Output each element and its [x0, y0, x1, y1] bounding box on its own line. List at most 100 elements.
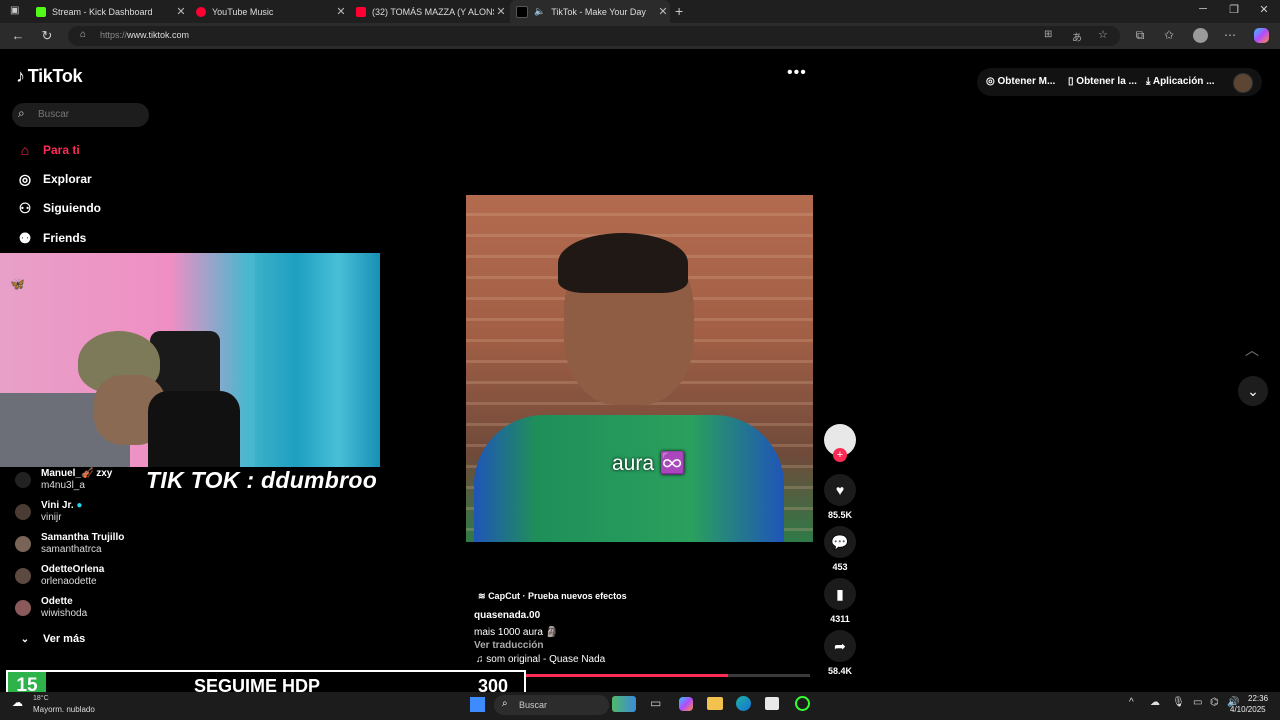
task-view-icon[interactable]: ▭	[650, 696, 661, 710]
more-menu-icon[interactable]: ⋯	[1222, 28, 1238, 42]
close-tab-icon[interactable]: ✕	[174, 5, 188, 18]
chevron-down-icon[interactable]: ⌄	[1238, 376, 1268, 406]
home-icon: ⌂	[20, 142, 30, 158]
network-icon[interactable]: ⌬	[1210, 697, 1219, 708]
following-item[interactable]: Manuel_🎻 zxy m4nu3l_a	[15, 468, 112, 492]
save-button[interactable]: ▮ 4311	[824, 578, 856, 624]
minimize-icon[interactable]: ─	[1196, 3, 1210, 15]
stream-tiktok-tag: TIK TOK : ddumbroo	[146, 467, 378, 493]
microphone-icon[interactable]: 🎙	[1172, 697, 1185, 708]
effect-label[interactable]: ≋ CapCut · Prueba nuevos efectos	[478, 591, 627, 602]
get-coins-button[interactable]: ◎ Obtener M...	[986, 76, 1055, 87]
effect-label-text: CapCut · Prueba nuevos efectos	[488, 591, 627, 601]
follow-plus-icon[interactable]: +	[833, 448, 847, 462]
capcut-icon: ≋	[478, 591, 486, 601]
comment-button[interactable]: 💬 453	[824, 526, 856, 572]
tiktok-logo[interactable]: ♪ TikTok	[16, 66, 83, 87]
address-bar-row: ← ↻ ⌂ https://www.tiktok.com ⊞ あ ☆ ⧉ ✩ ⋯	[0, 23, 1280, 49]
desktop-app-label: Aplicación ...	[1152, 76, 1215, 87]
copilot-icon[interactable]	[679, 697, 693, 711]
share-button[interactable]: ➦ 58.4K	[824, 630, 856, 676]
edge-icon[interactable]	[736, 696, 751, 711]
following-icon: ⚇	[18, 199, 32, 216]
tab-kick[interactable]: Stream - Kick Dashboard ✕	[30, 0, 188, 23]
following-item[interactable]: Odette wiwishoda	[15, 596, 87, 620]
taskbar-search[interactable]: ⌕ Buscar	[494, 695, 609, 715]
chevron-down-icon: ⌄	[20, 633, 30, 645]
following-handle: vinijr	[41, 512, 62, 523]
like-button[interactable]: ♥ 85.5K	[824, 474, 856, 520]
copilot-icon[interactable]	[1254, 28, 1269, 43]
chevron-up-icon[interactable]: ︿	[1245, 340, 1259, 360]
close-tab-icon[interactable]: ✕	[656, 5, 670, 18]
new-tab-icon[interactable]: +	[675, 3, 683, 19]
tab-actions-icon[interactable]: ▣	[10, 5, 19, 16]
restore-icon[interactable]: ❐	[1227, 3, 1241, 16]
display-icon[interactable]: ▭	[1193, 697, 1202, 708]
avatar	[15, 600, 31, 616]
verified-badge-icon: ●	[76, 500, 83, 511]
nav-para-ti[interactable]: ⌂ Para ti	[16, 140, 80, 160]
following-handle: m4nu3l_a	[41, 480, 85, 491]
get-coins-label: Obtener M...	[997, 76, 1056, 87]
search-input[interactable]: ⌕ Buscar	[12, 103, 149, 127]
tab-youtube-music[interactable]: YouTube Music ✕	[190, 0, 348, 23]
extensions-icon[interactable]: ⧉	[1132, 28, 1148, 43]
webcam-curtain	[255, 253, 380, 467]
clock-time[interactable]: 22:36	[1248, 694, 1268, 703]
nav-label: Friends	[43, 231, 87, 245]
tray-chevron-up-icon[interactable]: ^	[1129, 697, 1134, 708]
tab-title: (32) TOMÁS MAZZA (Y ALONSO)	[372, 6, 494, 17]
search-icon: ⌕	[502, 698, 508, 709]
nav-friends[interactable]: ⚉ Friends	[16, 228, 87, 248]
sound-link[interactable]: ♫ som original - Quase Nada	[476, 654, 605, 665]
url-field[interactable]: ⌂ https://www.tiktok.com ⊞ あ ☆	[68, 26, 1120, 46]
get-app-button[interactable]: ▯ Obtener la ...	[1068, 76, 1137, 87]
get-app-label: Obtener la ...	[1076, 76, 1137, 87]
see-more-link[interactable]: ⌄ Ver más	[16, 629, 85, 649]
save-count: 4311	[830, 614, 850, 624]
phone-icon: ▯	[1068, 76, 1074, 87]
share-icon: ➦	[824, 630, 856, 662]
youtube-icon	[356, 6, 366, 17]
nav-siguiendo[interactable]: ⚇ Siguiendo	[16, 198, 101, 218]
nav-explorar[interactable]: ◎ Explorar	[16, 169, 92, 189]
webcam-person	[78, 331, 240, 467]
following-item[interactable]: OdetteOrlena orlenaodette	[15, 564, 104, 588]
desktop-app-button[interactable]: ⤓ Aplicación ...	[1146, 76, 1215, 87]
back-icon[interactable]: ←	[10, 28, 26, 43]
read-aloud-icon[interactable]: あ	[1072, 29, 1082, 44]
refresh-icon[interactable]: ↻	[39, 28, 55, 44]
taskbar-widget-icon[interactable]	[612, 696, 636, 712]
search-icon: ⌕	[18, 106, 25, 120]
tray-app-icon[interactable]: ☁	[1150, 697, 1160, 708]
video-author[interactable]: quasenada.00	[474, 610, 540, 621]
tab-youtube[interactable]: (32) TOMÁS MAZZA (Y ALONSO) ✕	[350, 0, 508, 23]
close-tab-icon[interactable]: ✕	[334, 5, 348, 18]
following-item[interactable]: Vini Jr. ● vinijr	[15, 500, 82, 524]
close-window-icon[interactable]: ✕	[1257, 3, 1271, 16]
youtube-music-icon	[196, 6, 206, 17]
favorites-icon[interactable]: ✩	[1161, 28, 1177, 42]
taskbar-search-label: Buscar	[519, 700, 548, 710]
weather-icon[interactable]: ☁	[12, 696, 23, 709]
following-item[interactable]: Samantha Trujillo samanthatrca	[15, 532, 124, 556]
file-explorer-icon[interactable]	[707, 697, 723, 710]
app-available-icon[interactable]: ⊞	[1044, 29, 1052, 40]
app-icon[interactable]	[795, 696, 810, 711]
video-player[interactable]	[466, 195, 813, 542]
site-info-icon[interactable]: ⌂	[80, 29, 86, 40]
profile-avatar[interactable]	[1233, 73, 1253, 93]
close-tab-icon[interactable]: ✕	[494, 5, 508, 18]
following-name: OdetteOrlena	[41, 564, 105, 575]
speaker-icon[interactable]: 🔈	[534, 6, 545, 17]
tab-tiktok[interactable]: 🔈 TikTok - Make Your Day ✕	[510, 0, 670, 23]
favorite-star-icon[interactable]: ☆	[1098, 28, 1108, 41]
start-icon[interactable]	[470, 697, 485, 712]
profile-avatar[interactable]	[1193, 28, 1208, 43]
translate-link[interactable]: Ver traducción	[474, 640, 543, 651]
store-icon[interactable]	[765, 697, 779, 710]
creator-avatar-button[interactable]: +	[824, 424, 856, 462]
more-options-icon[interactable]: •••	[787, 64, 807, 82]
clock-date[interactable]: 4/10/2025	[1230, 705, 1266, 714]
